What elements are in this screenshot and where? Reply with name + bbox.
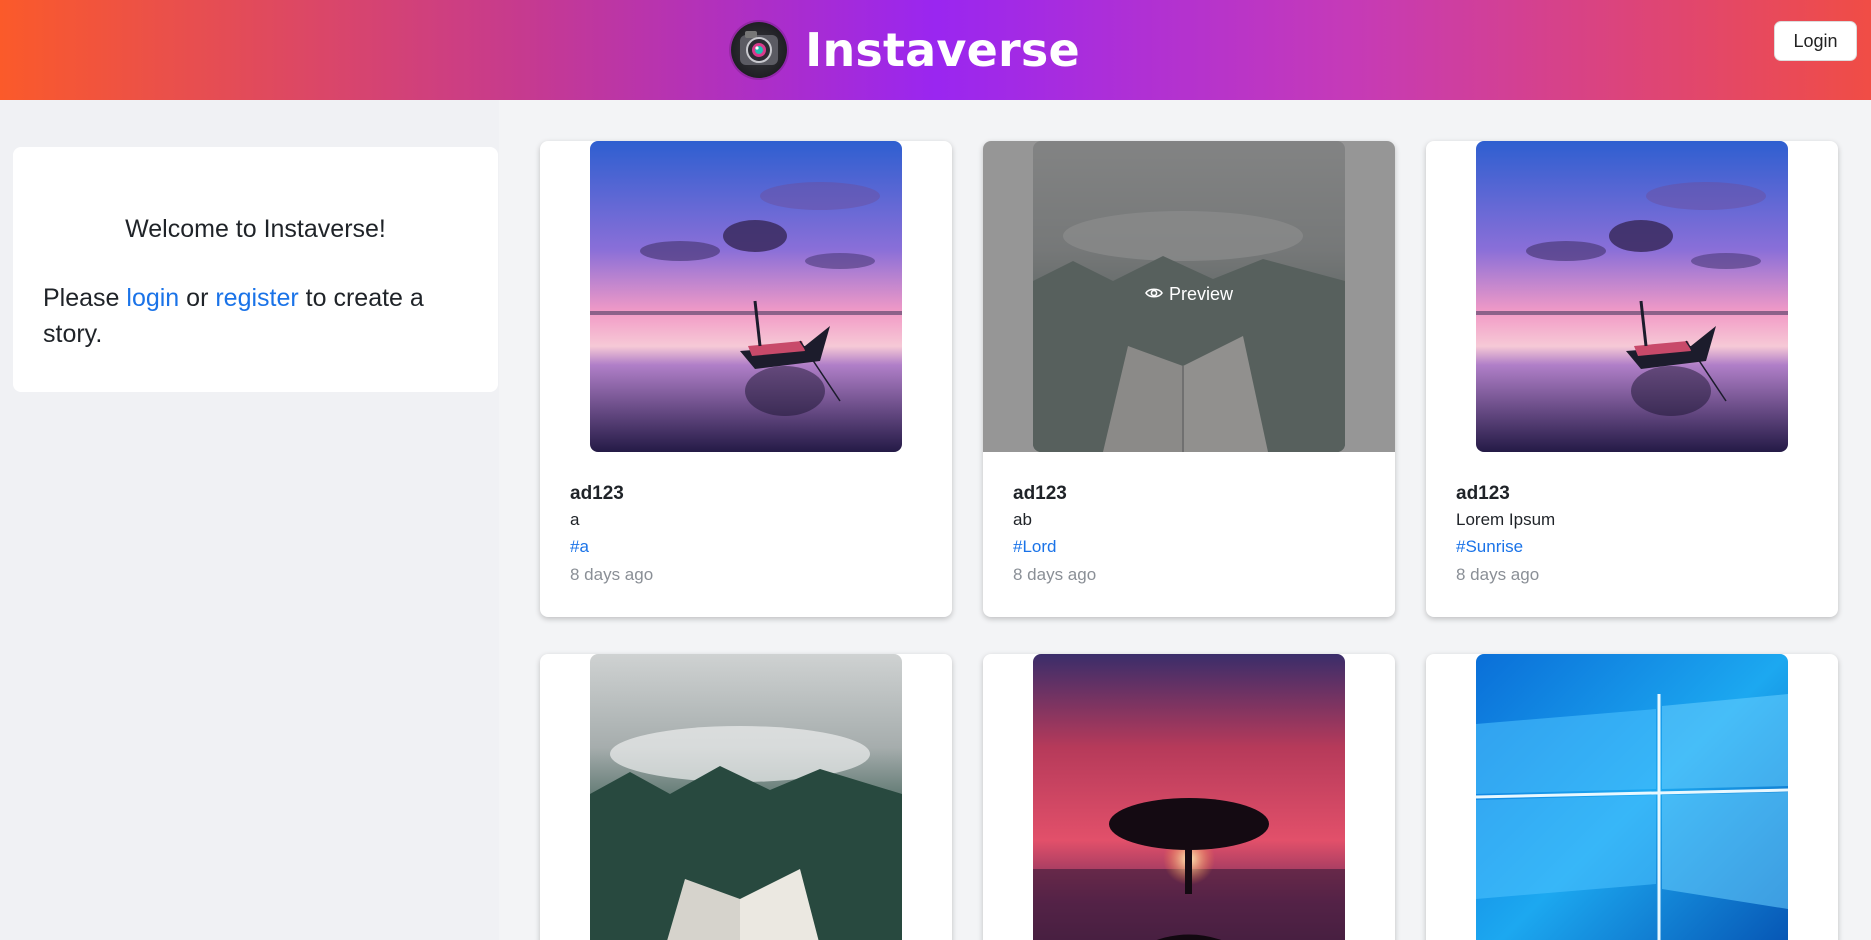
login-link[interactable]: login [126, 284, 179, 312]
post-image-sunset-lake-boat[interactable] [1476, 141, 1788, 452]
post-image-area[interactable] [540, 141, 952, 452]
post-image-red-sky-tree[interactable] [1033, 654, 1345, 940]
welcome-text: Please login or register to create a sto… [43, 280, 463, 352]
post-card[interactable]: Preview ad123 ab #Lord 8 days ago [983, 141, 1395, 617]
preview-label[interactable]: Preview [983, 284, 1395, 305]
red-sky-tree-image [1033, 654, 1345, 940]
camera-lens-icon [731, 22, 788, 78]
post-caption: ab [1013, 510, 1032, 529]
post-timestamp: 8 days ago [570, 565, 654, 584]
post-image-sunset-lake-boat[interactable] [590, 141, 902, 452]
post-hashtag[interactable]: #Sunrise [1456, 534, 1816, 560]
post-timestamp: 8 days ago [1456, 565, 1540, 584]
sunset-lake-boat-image [590, 141, 902, 452]
post-hashtag[interactable]: #a [570, 534, 930, 560]
post-image-area[interactable] [540, 654, 952, 940]
post-timestamp: 8 days ago [1013, 565, 1097, 584]
sunset-lake-boat-image [1476, 141, 1788, 452]
app-header: Instaverse Login [0, 0, 1871, 100]
post-image-area[interactable] [983, 654, 1395, 940]
post-meta: ad123 ab #Lord 8 days ago [1013, 481, 1373, 588]
welcome-card: Welcome to Instaverse! Please login or r… [13, 147, 498, 392]
brand[interactable]: Instaverse [731, 22, 1080, 78]
register-link[interactable]: register [215, 284, 298, 312]
post-caption: a [570, 510, 580, 529]
post-image-area[interactable] [1426, 141, 1838, 452]
post-caption: Lorem Ipsum [1456, 510, 1556, 529]
post-username[interactable]: ad123 [1456, 481, 1816, 507]
sidebar: Welcome to Instaverse! Please login or r… [0, 100, 499, 940]
welcome-text-or: or [179, 284, 216, 312]
post-image-windows-logo-blue[interactable] [1476, 654, 1788, 940]
post-meta: ad123 Lorem Ipsum #Sunrise 8 days ago [1456, 481, 1816, 588]
app-title: Instaverse [805, 23, 1080, 77]
eye-icon [1145, 284, 1163, 305]
welcome-text-prefix: Please [43, 284, 127, 312]
welcome-title: Welcome to Instaverse! [125, 215, 386, 243]
post-username[interactable]: ad123 [1013, 481, 1373, 507]
post-username[interactable]: ad123 [570, 481, 930, 507]
post-card[interactable]: ad123 a #a 8 days ago [540, 141, 952, 617]
preview-text: Preview [1168, 284, 1234, 304]
post-image-area[interactable] [1426, 654, 1838, 940]
misty-forest-book-image [590, 654, 902, 940]
login-button[interactable]: Login [1774, 21, 1857, 61]
post-image-misty-forest-book[interactable] [590, 654, 902, 940]
post-meta: ad123 a #a 8 days ago [570, 481, 930, 588]
post-card[interactable] [1426, 654, 1838, 940]
windows-logo-blue-image [1476, 654, 1788, 940]
post-image-area[interactable]: Preview [983, 141, 1395, 452]
post-card[interactable] [983, 654, 1395, 940]
preview-overlay[interactable]: Preview [983, 141, 1395, 452]
post-card[interactable]: ad123 Lorem Ipsum #Sunrise 8 days ago [1426, 141, 1838, 617]
post-card[interactable] [540, 654, 952, 940]
post-hashtag[interactable]: #Lord [1013, 534, 1373, 560]
